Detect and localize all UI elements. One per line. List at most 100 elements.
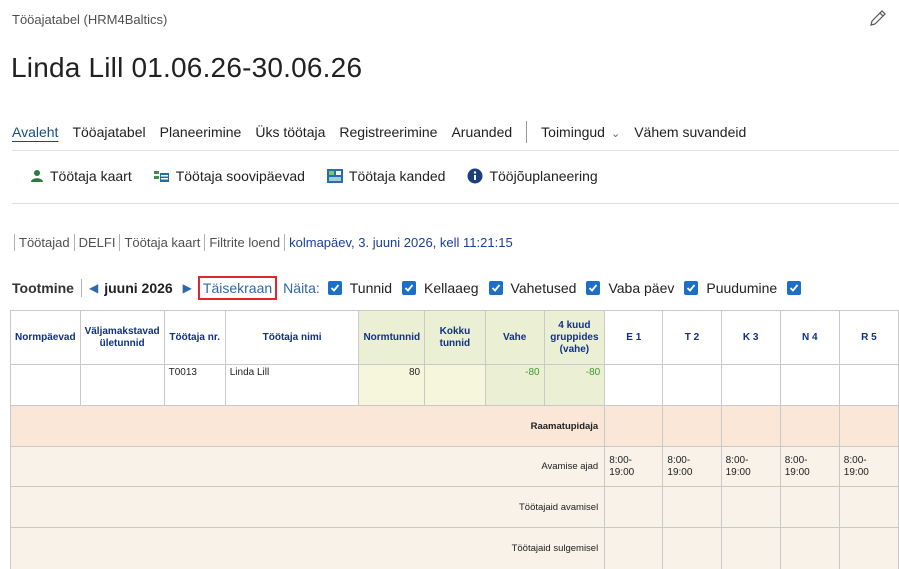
filter-delfi[interactable]: DELFI [79, 235, 116, 250]
month-label: juuni 2026 [104, 280, 173, 296]
row-label-sulgemisel: Töötajaid sulgemisel [10, 527, 606, 569]
filter-info-bar: Töötajad DELFI Töötaja kaart Filtrite lo… [10, 234, 513, 251]
cell-normpaevad[interactable] [10, 364, 81, 406]
checkbox-vaba-paev[interactable]: Vaba päev [586, 280, 674, 296]
col-day-t2[interactable]: T 2 [662, 310, 722, 365]
time-value: 8:00- 19:00 [725, 454, 751, 478]
cell-day [838, 527, 899, 569]
checkbox-vahetused[interactable]: Vahetused [488, 280, 577, 296]
col-vahe[interactable]: Vahe [484, 310, 545, 365]
cell-day [662, 405, 722, 447]
cell-day [662, 527, 722, 569]
chevron-down-icon: ⌄ [610, 128, 621, 140]
col-valjamaks[interactable]: Väljamakstavad ületunnid [79, 310, 165, 365]
timesheet-grid: Normpäevad Väljamakstavad ületunnid Tööt… [10, 310, 899, 569]
cell-day [662, 486, 722, 528]
fewer-options-link[interactable]: Vähem suvandeid [634, 124, 746, 140]
cell-time: 8:00- 19:00 [838, 446, 899, 487]
action-divider-line [12, 203, 899, 204]
nav-divider [526, 121, 528, 143]
col-normpaevad[interactable]: Normpäevad [10, 310, 81, 365]
col-day-r5[interactable]: R 5 [838, 310, 899, 365]
table-row-sulgemisel: Töötajaid sulgemisel [10, 527, 899, 569]
time-value: 8:00- 19:00 [843, 454, 869, 478]
pipe-divider [204, 234, 206, 251]
soovipaevad-label: Töötaja soovipäevad [175, 168, 305, 184]
col-kokku-tunnid[interactable]: Kokku tunnid [424, 310, 486, 365]
tab-planeerimine[interactable]: Planeerimine [160, 124, 242, 140]
row-label-avamise: Avamise ajad [10, 446, 606, 487]
toimingud-menu[interactable]: Toimingud ⌄ [541, 124, 620, 140]
tab-avaleht[interactable]: Avaleht [12, 124, 58, 140]
tootaja-kanded-button[interactable]: Töötaja kanded [326, 168, 445, 184]
cell-time: 8:00- 19:00 [662, 446, 722, 487]
page-breadcrumb: Tööajatabel (HRM4Baltics) [12, 12, 168, 27]
filter-tootajad[interactable]: Töötajad [19, 235, 70, 250]
checkbox-partial[interactable] [787, 281, 809, 295]
cell-day[interactable] [604, 364, 664, 406]
filter-filtrite-loend[interactable]: Filtrite loend [209, 235, 280, 250]
ledger-icon [326, 169, 343, 183]
checkmark-icon [488, 281, 503, 295]
cell-normtunnid: 80 [358, 364, 426, 406]
time-value: 8:00- 19:00 [667, 454, 693, 478]
col-day-k3[interactable]: K 3 [720, 310, 781, 365]
cell-day[interactable] [779, 364, 840, 406]
toojouplaneering-button[interactable]: Tööjõuplaneering [467, 168, 598, 184]
table-row-group: Raamatupidaja [10, 405, 899, 447]
cell-day [720, 405, 781, 447]
filter-tootaja-kaart[interactable]: Töötaja kaart [124, 235, 200, 250]
col-normtunnid[interactable]: Normtunnid [358, 310, 426, 365]
action-bar: Töötaja kaart Töötaja soovipäevad Töötaj… [30, 168, 620, 184]
checkmark-icon [327, 281, 342, 295]
calendar-list-icon [153, 171, 169, 182]
cell-tootaja-nimi[interactable]: Linda Lill [224, 364, 360, 406]
nav-divider-line [12, 150, 899, 151]
fullscreen-button[interactable]: Täisekraan [197, 276, 278, 300]
pipe-divider [80, 279, 82, 297]
tab-registreerimine[interactable]: Registreerimine [339, 124, 437, 140]
checkbox-label: Tunnid [349, 280, 393, 296]
cell-day[interactable] [838, 364, 899, 406]
edit-pencil-icon[interactable] [868, 8, 888, 28]
checkbox-label: Kellaaeg [424, 280, 479, 296]
pipe-divider [14, 234, 15, 251]
pipe-divider [73, 234, 75, 251]
col-tootaja-nr[interactable]: Töötaja nr. [163, 310, 226, 365]
cell-vahe: -80 [484, 364, 545, 406]
cell-time: 8:00- 19:00 [720, 446, 781, 487]
time-value: 8:00- 19:00 [784, 454, 810, 478]
checkbox-label: Vahetused [510, 280, 577, 296]
person-icon [31, 170, 43, 182]
prev-month-icon[interactable]: ◀ [89, 281, 98, 295]
cell-day[interactable] [662, 364, 722, 406]
toimingud-label: Toimingud [541, 124, 605, 140]
cell-day[interactable] [720, 364, 781, 406]
tab-aruanded[interactable]: Aruanded [451, 124, 512, 140]
checkbox-label: Puudumine [706, 280, 778, 296]
cell-4kuud: -80 [543, 364, 606, 406]
cell-valjamaks[interactable] [79, 364, 165, 406]
grid-header-row: Normpäevad Väljamakstavad ületunnid Tööt… [10, 310, 899, 365]
cell-day [604, 405, 664, 447]
checkbox-puudumine[interactable]: Puudumine [684, 280, 777, 296]
soovipaevad-button[interactable]: Töötaja soovipäevad [153, 168, 305, 184]
tab-uks-tootaja[interactable]: Üks töötaja [255, 124, 325, 140]
col-tootaja-nimi[interactable]: Töötaja nimi [224, 310, 360, 365]
timesheet-table: Normpäevad Väljamakstavad ületunnid Tööt… [10, 310, 899, 569]
cell-day [779, 405, 840, 447]
tootaja-kaart-button[interactable]: Töötaja kaart [30, 168, 132, 184]
tootmine-label[interactable]: Tootmine [12, 280, 74, 296]
pipe-divider [284, 234, 286, 251]
cell-tootaja-nr[interactable]: T0013 [163, 364, 226, 406]
tab-tooajatabel[interactable]: Tööajatabel [72, 124, 145, 140]
col-4kuud[interactable]: 4 kuud gruppides (vahe) [543, 310, 606, 365]
col-day-e1[interactable]: E 1 [604, 310, 664, 365]
checkbox-tunnid[interactable]: Tunnid [327, 280, 393, 296]
cell-day [720, 527, 781, 569]
checkbox-kellaaeg[interactable]: Kellaaeg [402, 280, 479, 296]
col-day-n4[interactable]: N 4 [779, 310, 840, 365]
next-month-icon[interactable]: ▶ [183, 281, 192, 295]
row-label-avamisel: Töötajaid avamisel [10, 486, 606, 528]
cell-day [838, 405, 899, 447]
